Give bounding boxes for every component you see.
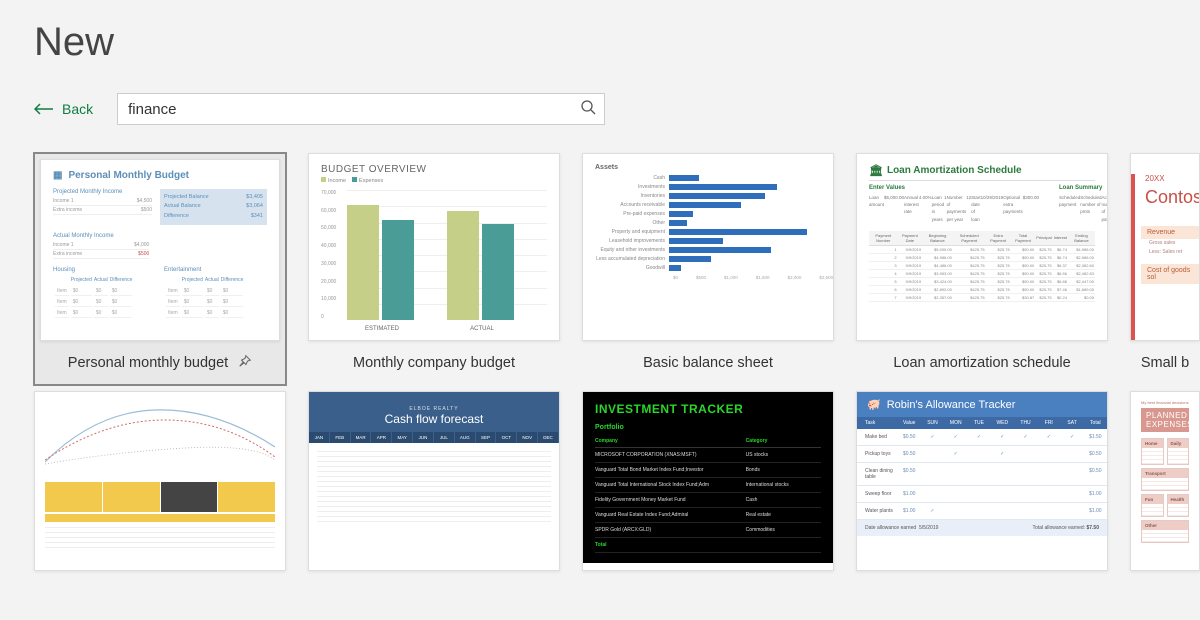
template-caption: Basic balance sheet: [643, 355, 773, 371]
template-caption: Loan amortization schedule: [893, 355, 1070, 371]
template-planned-expenses[interactable]: My best financial decisions PLANNED EXPE…: [1130, 391, 1200, 571]
template-thumbnail: 🏛Loan Amortization Schedule Enter Values…: [856, 153, 1108, 341]
template-thumbnail: INVESTMENT TRACKER Portfolio CompanyCate…: [582, 391, 834, 571]
template-grid-row2: ELBOE REALTYCash flow forecast JANFEBMAR…: [34, 391, 1200, 571]
template-thumbnail: ▦Personal Monthly Budget Projected Month…: [40, 159, 280, 341]
template-small-business-pl[interactable]: 20XX Contoso Revenue Gross sales Less: S…: [1130, 153, 1200, 385]
back-label: Back: [62, 101, 93, 117]
search-icon[interactable]: [580, 99, 596, 120]
page-title: New: [34, 20, 1200, 65]
template-thumbnail: [34, 391, 286, 571]
template-investment-tracker[interactable]: INVESTMENT TRACKER Portfolio CompanyCate…: [582, 391, 834, 571]
template-thumbnail: My best financial decisions PLANNED EXPE…: [1130, 391, 1200, 571]
search-input[interactable]: [128, 101, 580, 118]
template-robins-allowance-tracker[interactable]: 🐖Robin's Allowance Tracker TaskValueSUNM…: [856, 391, 1108, 571]
pin-icon[interactable]: [238, 354, 252, 373]
search-box[interactable]: [117, 93, 605, 125]
template-cash-flow-chart[interactable]: [34, 391, 286, 571]
piggy-bank-icon: 🐖: [867, 398, 881, 411]
template-caption: Small b: [1141, 355, 1189, 371]
template-thumbnail: ELBOE REALTYCash flow forecast JANFEBMAR…: [308, 391, 560, 571]
template-caption: Monthly company budget: [353, 355, 515, 371]
bank-icon: 🏛: [869, 164, 883, 177]
template-monthly-company-budget[interactable]: BUDGET OVERVIEW IncomeExpenses 70,00060,…: [308, 153, 560, 385]
template-personal-monthly-budget[interactable]: ▦Personal Monthly Budget Projected Month…: [34, 153, 286, 385]
template-loan-amortization-schedule[interactable]: 🏛Loan Amortization Schedule Enter Values…: [856, 153, 1108, 385]
template-caption: Personal monthly budget: [68, 355, 228, 371]
back-button[interactable]: Back: [34, 101, 93, 117]
toolbar: Back: [34, 93, 1200, 125]
chart-lines: [45, 402, 275, 470]
arrow-left-icon: [34, 103, 54, 115]
template-cash-flow-forecast[interactable]: ELBOE REALTYCash flow forecast JANFEBMAR…: [308, 391, 560, 571]
template-thumbnail: 🐖Robin's Allowance Tracker TaskValueSUNM…: [856, 391, 1108, 571]
template-basic-balance-sheet[interactable]: Assets CashInvestmentsInventoriesAccount…: [582, 153, 834, 385]
template-grid: ▦Personal Monthly Budget Projected Month…: [34, 153, 1200, 385]
spreadsheet-icon: ▦: [53, 170, 62, 181]
template-thumbnail: BUDGET OVERVIEW IncomeExpenses 70,00060,…: [308, 153, 560, 341]
template-thumbnail: Assets CashInvestmentsInventoriesAccount…: [582, 153, 834, 341]
template-thumbnail: 20XX Contoso Revenue Gross sales Less: S…: [1130, 153, 1200, 341]
